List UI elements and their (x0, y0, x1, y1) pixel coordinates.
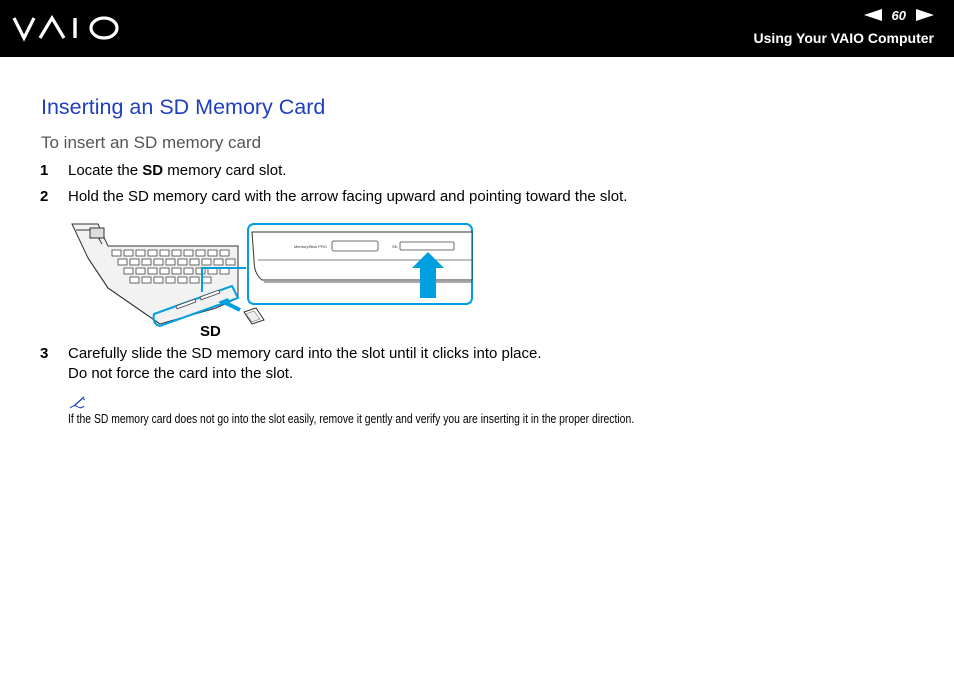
triangle-left-icon[interactable] (863, 9, 882, 21)
page-header: 60 Using Your VAIO Computer (0, 0, 954, 57)
sd-label: SD (200, 323, 221, 340)
page-title: Inserting an SD Memory Card (41, 95, 326, 119)
pencil-note-icon (69, 396, 86, 409)
step-number: 3 (40, 345, 49, 362)
step-text-line-1: Carefully slide the SD memory card into … (68, 345, 542, 362)
memory-stick-slot-label: MemoryStick PRO (294, 244, 327, 249)
vaio-logo (12, 14, 119, 42)
page-number: 60 (891, 7, 906, 23)
step-text: Locate the SD memory card slot. (68, 162, 287, 179)
step-text-line-2: Do not force the card into the slot. (68, 365, 294, 382)
page-navigation: 60 (863, 6, 934, 24)
memory-stick-slot (331, 240, 379, 252)
sd-slot-label: SD (392, 244, 398, 249)
procedure-heading: To insert an SD memory card (41, 133, 262, 152)
step-number: 2 (40, 188, 49, 205)
triangle-right-icon[interactable] (916, 9, 934, 21)
note-text: If the SD memory card does not go into t… (68, 412, 635, 426)
zoomed-edge-drawing: MemoryStick PRO SD (251, 231, 473, 283)
sd-term: SD (142, 162, 164, 179)
sd-slot-illustration: SD MemoryStick PRO SD (71, 223, 473, 340)
sd-slot (399, 241, 455, 251)
step-text: Hold the SD memory card with the arrow f… (68, 188, 628, 205)
step-number: 1 (40, 162, 49, 179)
section-title: Using Your VAIO Computer (753, 30, 934, 46)
